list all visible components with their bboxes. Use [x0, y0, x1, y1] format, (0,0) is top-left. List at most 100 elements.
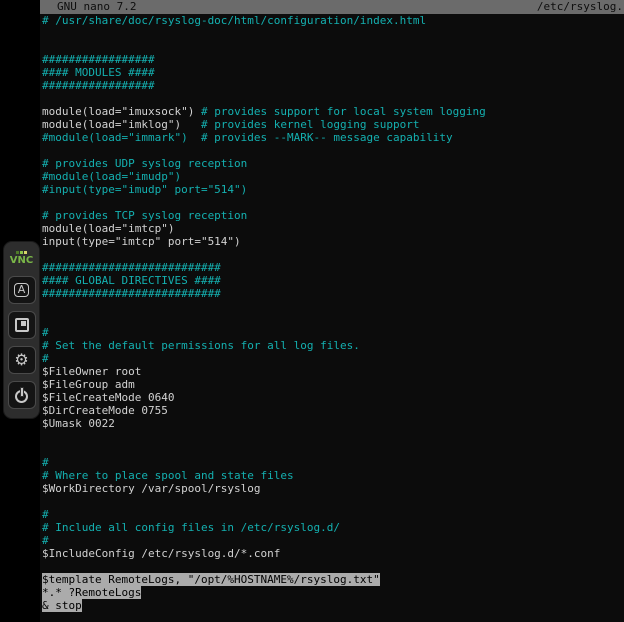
comment-text: # Set the default permissions for all lo…: [42, 339, 360, 352]
editor-line: #################: [42, 53, 624, 66]
editor-line: [42, 560, 624, 573]
comment-text: #################: [42, 79, 155, 92]
nano-version-label: GNU nano 7.2: [40, 0, 136, 14]
editor-line: [42, 144, 624, 157]
a-key-icon: A: [14, 283, 30, 297]
novnc-logo: VNC: [10, 247, 33, 269]
logo-pixel: [16, 251, 19, 254]
comment-text: # provides TCP syslog reception: [42, 209, 247, 222]
comment-text: #### GLOBAL DIRECTIVES ####: [42, 274, 221, 287]
config-text: $FileOwner root: [42, 365, 141, 378]
comment-text: #### MODULES ####: [42, 66, 155, 79]
config-text: $Umask 0022: [42, 417, 115, 430]
editor-line: [42, 196, 624, 209]
editor-line: $template RemoteLogs, "/opt/%HOSTNAME%/r…: [42, 573, 624, 586]
selected-text: $template RemoteLogs, "/opt/%HOSTNAME%/r…: [42, 573, 380, 586]
editor-line: #: [42, 534, 624, 547]
editor-lines[interactable]: # /usr/share/doc/rsyslog-doc/html/config…: [40, 14, 624, 612]
comment-text: #input(type="imudp" port="514"): [42, 183, 247, 196]
editor-line: [42, 430, 624, 443]
editor-line: input(type="imtcp" port="514"): [42, 235, 624, 248]
extra-keys-button[interactable]: A: [8, 276, 36, 304]
selected-text: & stop: [42, 599, 82, 612]
editor-line: [42, 495, 624, 508]
logo-pixel: [20, 251, 23, 254]
editor-line: #input(type="imudp" port="514"): [42, 183, 624, 196]
editor-line: # Include all config files in /etc/rsysl…: [42, 521, 624, 534]
editor-line: # provides TCP syslog reception: [42, 209, 624, 222]
comment-text: #module(load="immark") # provides --MARK…: [42, 131, 453, 144]
logo-pixel: [24, 251, 27, 254]
editor-line: $Umask 0022: [42, 417, 624, 430]
comment-text: #################: [42, 53, 155, 66]
config-text: module(load="imklog"): [42, 118, 201, 131]
editor-line: #### GLOBAL DIRECTIVES ####: [42, 274, 624, 287]
editor-line: #: [42, 326, 624, 339]
editor-line: $FileCreateMode 0640: [42, 391, 624, 404]
editor-line: # Set the default permissions for all lo…: [42, 339, 624, 352]
novnc-control-bar: VNC A ⚙: [3, 241, 40, 419]
comment-text: # Where to place spool and state files: [42, 469, 294, 482]
config-text: $FileCreateMode 0640: [42, 391, 174, 404]
editor-line: $IncludeConfig /etc/rsyslog.d/*.conf: [42, 547, 624, 560]
editor-line: [42, 27, 624, 40]
editor-line: # Where to place spool and state files: [42, 469, 624, 482]
selected-text: *.* ?RemoteLogs: [42, 586, 141, 599]
comment-text: # provides UDP syslog reception: [42, 157, 247, 170]
settings-button[interactable]: ⚙: [8, 346, 36, 374]
nano-filename-label: /etc/rsyslog.: [537, 0, 624, 14]
comment-text: ###########################: [42, 261, 221, 274]
editor-line: # provides UDP syslog reception: [42, 157, 624, 170]
editor-line: #### MODULES ####: [42, 66, 624, 79]
comment-text: # provides kernel logging support: [201, 118, 420, 131]
editor-line: [42, 313, 624, 326]
comment-text: #: [42, 456, 49, 469]
comment-text: #: [42, 352, 49, 365]
editor-line: module(load="imklog") # provides kernel …: [42, 118, 624, 131]
editor-line: #: [42, 352, 624, 365]
fullscreen-icon: [15, 318, 29, 332]
editor-line: #################: [42, 79, 624, 92]
comment-text: # Include all config files in /etc/rsysl…: [42, 521, 340, 534]
editor-line: $FileOwner root: [42, 365, 624, 378]
config-text: module(load="imuxsock"): [42, 105, 201, 118]
config-text: $FileGroup adm: [42, 378, 135, 391]
config-text: module(load="imtcp"): [42, 222, 174, 235]
fullscreen-button[interactable]: [8, 311, 36, 339]
editor-line: #module(load="imudp"): [42, 170, 624, 183]
nano-titlebar: GNU nano 7.2 /etc/rsyslog.: [40, 0, 624, 14]
editor-line: #module(load="immark") # provides --MARK…: [42, 131, 624, 144]
config-text: input(type="imtcp" port="514"): [42, 235, 241, 248]
editor-line: $FileGroup adm: [42, 378, 624, 391]
editor-line: $WorkDirectory /var/spool/rsyslog: [42, 482, 624, 495]
editor-line: & stop: [42, 599, 624, 612]
config-text: $WorkDirectory /var/spool/rsyslog: [42, 482, 261, 495]
comment-text: #module(load="imudp"): [42, 170, 181, 183]
comment-text: ###########################: [42, 287, 221, 300]
comment-text: # /usr/share/doc/rsyslog-doc/html/config…: [42, 14, 426, 27]
editor-line: [42, 92, 624, 105]
editor-line: #: [42, 456, 624, 469]
editor-line: #: [42, 508, 624, 521]
editor-line: ###########################: [42, 261, 624, 274]
terminal-window: GNU nano 7.2 /etc/rsyslog. # /usr/share/…: [40, 0, 624, 622]
editor-line: *.* ?RemoteLogs: [42, 586, 624, 599]
comment-text: # provides support for local system logg…: [201, 105, 486, 118]
editor-line: ###########################: [42, 287, 624, 300]
power-button[interactable]: [8, 381, 36, 409]
editor-line: [42, 443, 624, 456]
novnc-logo-text: VNC: [10, 255, 33, 266]
config-text: $DirCreateMode 0755: [42, 404, 168, 417]
comment-text: #: [42, 534, 49, 547]
editor-line: [42, 248, 624, 261]
editor-line: [42, 40, 624, 53]
gear-icon: ⚙: [14, 352, 28, 368]
editor-line: [42, 300, 624, 313]
editor-line: $DirCreateMode 0755: [42, 404, 624, 417]
editor-line: module(load="imtcp"): [42, 222, 624, 235]
comment-text: #: [42, 508, 49, 521]
power-icon-stem: [21, 388, 23, 396]
editor-line: module(load="imuxsock") # provides suppo…: [42, 105, 624, 118]
config-text: $IncludeConfig /etc/rsyslog.d/*.conf: [42, 547, 280, 560]
novnc-logo-pixels: [16, 251, 27, 254]
